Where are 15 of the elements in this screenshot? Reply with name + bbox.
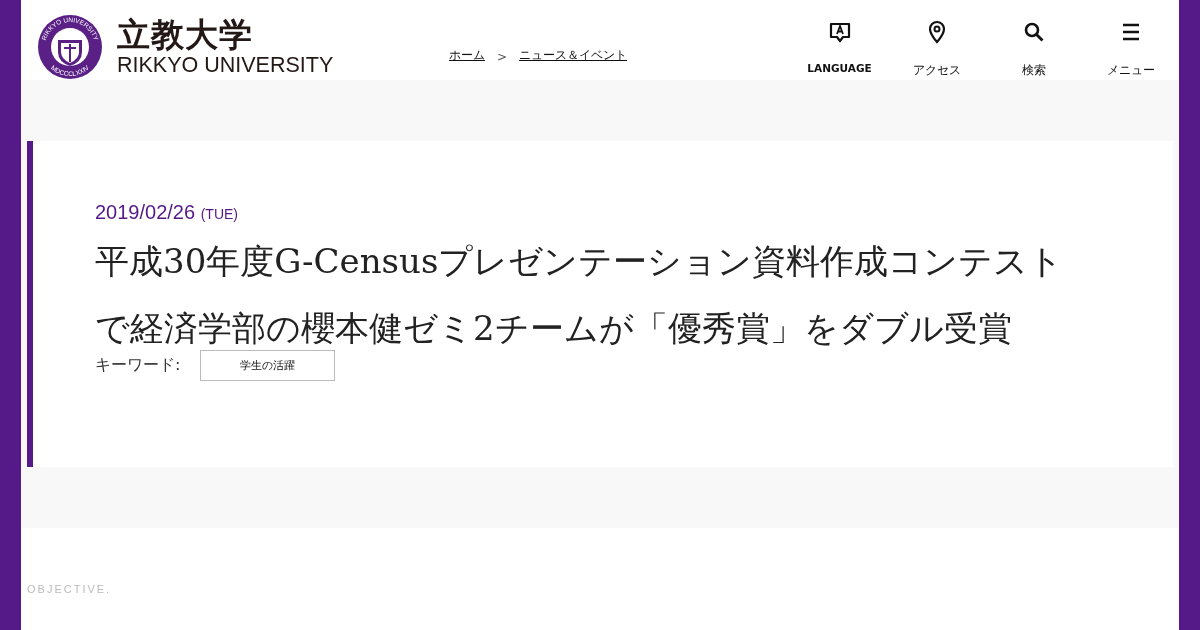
nav-button[interactable]: LANGUAGE: [791, 0, 888, 80]
keywords-label: キーワード:: [95, 355, 181, 376]
footer-text: OBJECTIVE.: [27, 583, 112, 595]
nav-button[interactable]: アクセス: [888, 0, 985, 80]
article-title: 平成30年度G-Censusプレゼンテーション資料作成コンテストで経済学部の櫻本健ゼミ2チームが「優秀賞」をダブル受賞: [95, 240, 1065, 350]
logo-name-english: RIKKYO UNIVERSITY: [117, 53, 334, 77]
nav-button[interactable]: メニュー: [1082, 0, 1179, 80]
article-date: 2019/02/26 (TUE): [95, 201, 239, 224]
breadcrumb-link[interactable]: ホーム: [449, 47, 485, 64]
breadcrumb-separator: >: [497, 50, 508, 64]
breadcrumb-link[interactable]: ニュース＆イベント: [519, 47, 628, 64]
speech-bubble-icon: [827, 20, 852, 44]
keyword-tag[interactable]: 学生の活躍: [200, 350, 336, 381]
logo-name-japanese: 立教大学: [117, 17, 254, 53]
nav-button[interactable]: 検索: [985, 0, 1082, 80]
